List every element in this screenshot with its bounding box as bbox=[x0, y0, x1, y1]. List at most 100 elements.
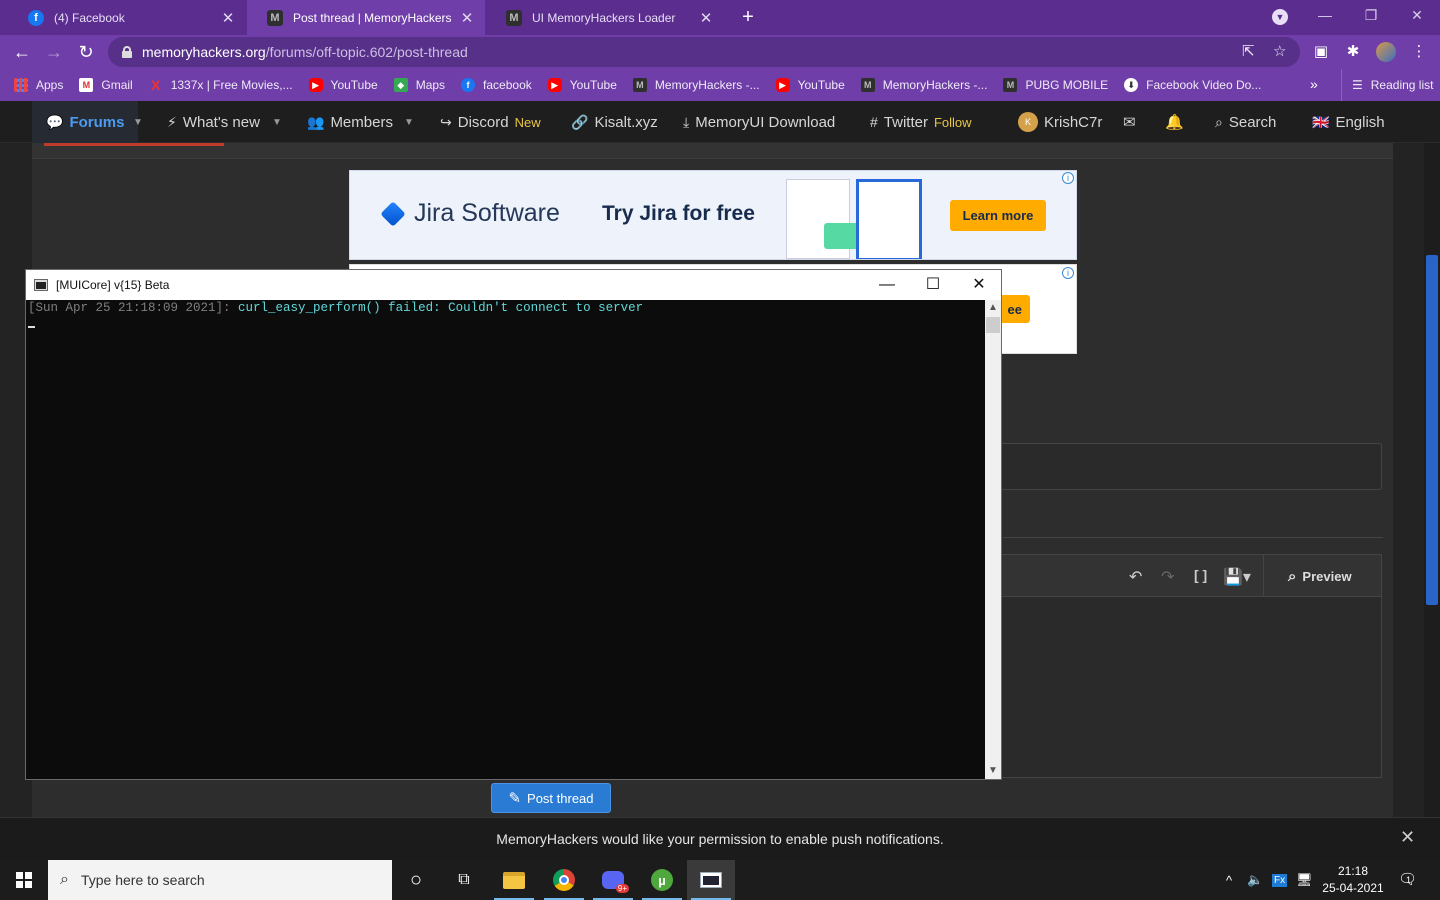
nav-members[interactable]: 👥 Members bbox=[307, 101, 393, 143]
bookmark-apps[interactable]: Apps bbox=[14, 78, 63, 92]
lock-icon[interactable] bbox=[122, 46, 132, 58]
reading-list-label: Reading list bbox=[1370, 78, 1434, 92]
profile-avatar[interactable] bbox=[1376, 42, 1396, 62]
ad-info-icon[interactable]: i bbox=[1062, 172, 1074, 184]
notification-count: 1 bbox=[1406, 875, 1412, 885]
utorrent-icon: µ bbox=[651, 869, 673, 891]
nav-forums[interactable]: 💬 Forums bbox=[32, 101, 139, 143]
page-scrollbar-thumb[interactable] bbox=[1426, 255, 1438, 605]
youtube-icon: ▶ bbox=[775, 78, 790, 92]
menu-icon[interactable]: ⋮ bbox=[1408, 41, 1430, 63]
close-tab-icon[interactable]: ✕ bbox=[459, 9, 475, 27]
drafts-icon[interactable]: 💾▾ bbox=[1223, 567, 1251, 587]
task-view-button[interactable]: ⧉ bbox=[440, 860, 488, 900]
nav-forums-dropdown[interactable]: ▼ bbox=[133, 101, 143, 143]
taskbar-search-box[interactable]: ⌕ Type here to search bbox=[48, 860, 392, 900]
taskbar-file-explorer[interactable] bbox=[490, 860, 538, 900]
tab-facebook[interactable]: f (4) Facebook ✕ bbox=[8, 0, 246, 35]
start-button[interactable] bbox=[0, 860, 48, 900]
back-button[interactable]: ← bbox=[10, 40, 34, 64]
nav-inbox[interactable]: ✉ bbox=[1123, 101, 1136, 143]
tray-overflow-icon[interactable]: ^ bbox=[1226, 860, 1232, 900]
close-tab-icon[interactable]: ✕ bbox=[698, 9, 714, 27]
nav-language[interactable]: 🇬🇧 English bbox=[1312, 101, 1385, 143]
bookmark-gmail[interactable]: M Gmail bbox=[79, 78, 133, 92]
close-icon[interactable]: ✕ bbox=[1400, 827, 1415, 848]
volume-icon[interactable]: 🔈 bbox=[1247, 860, 1263, 900]
minimize-window-button[interactable]: — bbox=[1302, 0, 1348, 30]
network-icon[interactable]: 🖥 bbox=[1296, 860, 1313, 900]
console-window[interactable]: [MUICore] v{15} Beta — ☐ ✕ [Sun Apr 25 2… bbox=[25, 269, 1002, 780]
bookmark-label: YouTube bbox=[797, 78, 845, 92]
console-maximize-button[interactable]: ☐ bbox=[910, 270, 956, 300]
ad-tagline: Try Jira for free bbox=[602, 202, 755, 225]
extensions-puzzle-icon[interactable]: ✱ bbox=[1342, 41, 1364, 63]
extension-icon[interactable]: ▣ bbox=[1310, 41, 1332, 63]
nav-twitter[interactable]: # Twitter Follow bbox=[870, 101, 972, 143]
jira-ad-banner[interactable]: Jira Software Try Jira for free Learn mo… bbox=[349, 170, 1077, 260]
close-window-button[interactable]: ✕ bbox=[1394, 0, 1440, 30]
search-placeholder: Type here to search bbox=[80, 872, 205, 888]
scroll-up-icon[interactable]: ▲ bbox=[985, 300, 1001, 316]
new-tab-button[interactable]: + bbox=[737, 6, 759, 28]
bookmark-maps[interactable]: ◆ Maps bbox=[393, 78, 445, 92]
tab-loader[interactable]: M UI MemoryHackers Loader ✕ bbox=[486, 0, 724, 35]
toggle-bbcode-icon[interactable]: [ ] bbox=[1194, 567, 1207, 583]
bookmark-fb-video-downloader[interactable]: ⬇ Facebook Video Do... bbox=[1124, 78, 1261, 92]
console-scrollbar[interactable]: ▲ ▼ bbox=[985, 300, 1001, 779]
taskbar-clock[interactable]: 21:18 25-04-2021 bbox=[1318, 863, 1388, 897]
console-minimize-button[interactable]: — bbox=[864, 270, 910, 300]
bookmark-youtube[interactable]: ▶ YouTube bbox=[775, 78, 845, 92]
ad-info-icon[interactable]: i bbox=[1062, 267, 1074, 279]
tab-post-thread[interactable]: M Post thread | MemoryHackers ✕ bbox=[247, 0, 485, 35]
bookmark-1337x[interactable]: X 1337x | Free Movies,... bbox=[149, 77, 293, 93]
address-bar[interactable]: memoryhackers.org/forums/off-topic.602/p… bbox=[108, 37, 1300, 67]
taskbar-discord[interactable]: 9+ bbox=[589, 860, 637, 900]
more-bookmarks-icon[interactable]: » bbox=[1310, 76, 1318, 92]
scroll-down-icon[interactable]: ▼ bbox=[985, 763, 1001, 779]
fx-tray-icon[interactable]: Fx bbox=[1272, 860, 1288, 900]
reload-button[interactable]: ↻ bbox=[74, 40, 98, 64]
bookmark-youtube[interactable]: ▶ YouTube bbox=[547, 78, 617, 92]
taskbar-chrome[interactable] bbox=[540, 860, 588, 900]
nav-user-account[interactable]: K KrishC7r bbox=[1018, 101, 1102, 143]
bookmark-star-icon[interactable]: ☆ bbox=[1273, 42, 1286, 60]
nav-alerts[interactable]: 🔔 bbox=[1165, 101, 1184, 143]
browser-tab-strip: f (4) Facebook ✕ M Post thread | MemoryH… bbox=[0, 0, 1440, 35]
nav-members-dropdown[interactable]: ▼ bbox=[404, 101, 414, 143]
ad-brand: Jira Software bbox=[414, 199, 560, 227]
nav-memoryui-download[interactable]: ⤓ MemoryUI Download bbox=[683, 101, 835, 143]
bookmark-pubg[interactable]: M PUBG MOBILE bbox=[1003, 78, 1108, 92]
bookmark-label: Apps bbox=[36, 78, 64, 92]
console-scrollbar-thumb[interactable] bbox=[986, 317, 1000, 333]
message-editor[interactable]: ↶ ↷ [ ] 💾▾ ⌕ Preview bbox=[990, 554, 1382, 778]
tab-search-icon[interactable]: ▼ bbox=[1272, 9, 1288, 25]
nav-kisalt[interactable]: 🔗 Kisalt.xyz bbox=[571, 101, 658, 143]
bookmark-facebook[interactable]: f facebook bbox=[461, 78, 532, 92]
restore-window-button[interactable]: ❐ bbox=[1348, 0, 1394, 30]
thread-title-input[interactable] bbox=[990, 443, 1382, 490]
redo-icon[interactable]: ↷ bbox=[1161, 567, 1174, 587]
open-in-app-icon[interactable]: ⇱ bbox=[1242, 42, 1255, 60]
ad-learn-more-button[interactable]: Learn more bbox=[950, 200, 1046, 231]
taskbar-console[interactable] bbox=[687, 860, 735, 900]
notification-center-icon[interactable]: 🗨 1 bbox=[1398, 870, 1417, 888]
bookmark-youtube[interactable]: ▶ YouTube bbox=[308, 78, 378, 92]
cortana-button[interactable]: ○ bbox=[392, 860, 440, 900]
forward-button[interactable]: → bbox=[42, 40, 66, 64]
nav-whats-new[interactable]: ⚡ What's new bbox=[167, 101, 260, 143]
nav-label: Kisalt.xyz bbox=[594, 113, 658, 131]
console-title-bar[interactable]: [MUICore] v{15} Beta bbox=[26, 270, 1001, 300]
nav-whats-new-dropdown[interactable]: ▼ bbox=[272, 101, 282, 143]
reading-list-button[interactable]: ☰ Reading list bbox=[1341, 69, 1433, 101]
bookmark-memoryhackers[interactable]: M MemoryHackers -... bbox=[632, 78, 760, 92]
undo-icon[interactable]: ↶ bbox=[1129, 567, 1142, 587]
post-thread-button[interactable]: ✎ Post thread bbox=[491, 783, 611, 813]
console-close-button[interactable]: ✕ bbox=[956, 270, 1002, 300]
taskbar-utorrent[interactable]: µ bbox=[638, 860, 686, 900]
preview-button[interactable]: ⌕ Preview bbox=[1263, 555, 1381, 597]
nav-discord[interactable]: ↪ Discord New bbox=[440, 101, 541, 143]
bookmark-memoryhackers[interactable]: M MemoryHackers -... bbox=[860, 78, 987, 92]
close-tab-icon[interactable]: ✕ bbox=[220, 9, 236, 27]
nav-search[interactable]: ⌕ Search bbox=[1215, 101, 1276, 143]
